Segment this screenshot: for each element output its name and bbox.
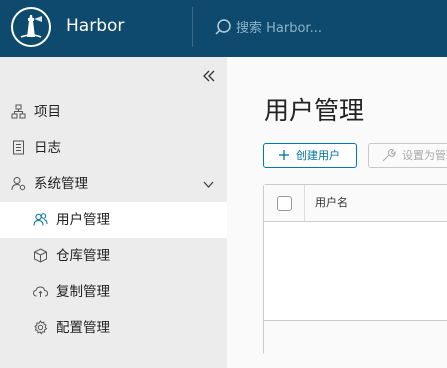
search-input[interactable]: [236, 19, 436, 37]
sidebar-item-configuration[interactable]: 配置管理: [0, 310, 227, 346]
set-admin-button[interactable]: 设置为管理员: [368, 143, 447, 168]
sidebar-item-label: 日志: [34, 140, 61, 156]
top-header: Harbor: [0, 0, 447, 57]
sidebar-item-projects[interactable]: 项目: [0, 94, 227, 130]
collapse-sidebar-icon[interactable]: [202, 69, 216, 83]
sidebar-item-label: 系统管理: [34, 176, 88, 192]
lighthouse-icon: [15, 11, 47, 43]
create-user-label: 创建用户: [296, 150, 340, 162]
wrench-icon: [382, 149, 396, 162]
sidebar-item-label: 项目: [34, 104, 61, 120]
config-icon: [34, 320, 48, 335]
create-user-button[interactable]: 创建用户: [263, 143, 357, 168]
user-datagrid: 用户名: [263, 184, 447, 355]
registry-icon: [34, 248, 47, 263]
sidebar-item-system-admin[interactable]: 系统管理: [0, 166, 227, 202]
sidebar-item-users[interactable]: 用户管理: [0, 202, 227, 238]
admin-icon: [11, 177, 26, 191]
sidebar-item-replications[interactable]: 复制管理: [0, 274, 227, 310]
sidebar-item-label: 仓库管理: [56, 248, 110, 264]
datagrid-header: 用户名: [264, 185, 447, 222]
sidebar-item-registries[interactable]: 仓库管理: [0, 238, 227, 274]
set-admin-label: 设置为管理员: [402, 150, 447, 162]
sidebar-item-logs[interactable]: 日志: [0, 130, 227, 166]
chevron-down-icon[interactable]: [202, 178, 215, 191]
replication-icon: [33, 286, 48, 297]
header-divider: [192, 7, 193, 47]
plus-icon: [279, 150, 289, 160]
datagrid-footer: [264, 320, 447, 355]
sidebar-item-label: 复制管理: [56, 284, 110, 300]
log-icon: [13, 140, 24, 155]
column-separator: [304, 185, 305, 221]
sidebar-item-label: 用户管理: [56, 212, 110, 228]
harbor-logo[interactable]: [11, 7, 51, 47]
page-title: 用户管理: [264, 96, 365, 125]
app-title[interactable]: Harbor: [66, 16, 124, 36]
column-header-username[interactable]: 用户名: [315, 196, 348, 210]
sidebar: 项目 日志 系统管理 用户管理 仓库管理 复制管理 配置管理: [0, 57, 227, 368]
users-icon: [33, 213, 48, 226]
search-icon[interactable]: [215, 18, 235, 38]
main-content: 用户管理 创建用户 设置为管理员 用户名: [227, 57, 447, 368]
project-icon: [11, 104, 26, 119]
sidebar-item-label: 配置管理: [56, 320, 110, 336]
select-all-checkbox[interactable]: [277, 196, 292, 211]
